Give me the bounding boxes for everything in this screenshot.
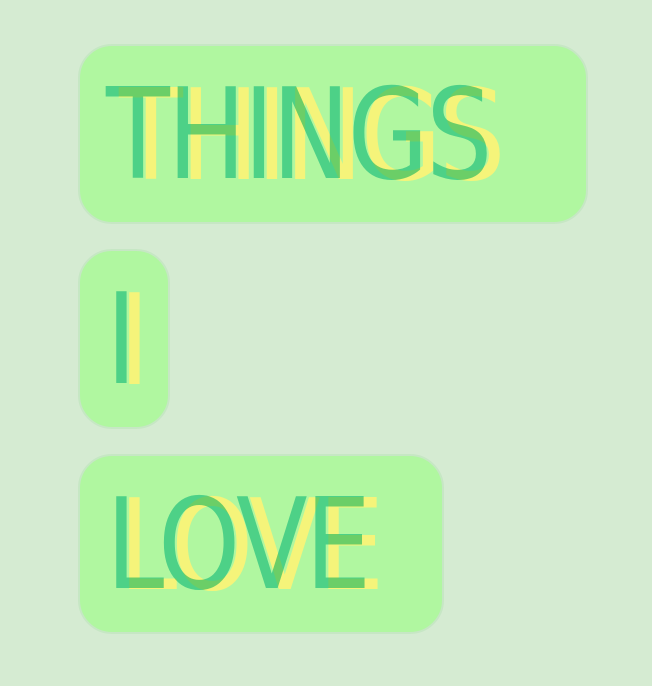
word-i-text: I: [106, 266, 137, 413]
word-love-text: LOVE: [106, 471, 371, 618]
word-things: THINGS THINGS: [106, 61, 606, 208]
word-i: I I: [106, 266, 606, 413]
word-pill-love: LOVE LOVE: [78, 454, 444, 634]
word-pill-things: THINGS THINGS: [78, 44, 588, 224]
word-pill-i: I I: [78, 249, 170, 429]
word-things-text: THINGS: [106, 61, 493, 208]
word-love: LOVE LOVE: [106, 471, 606, 618]
